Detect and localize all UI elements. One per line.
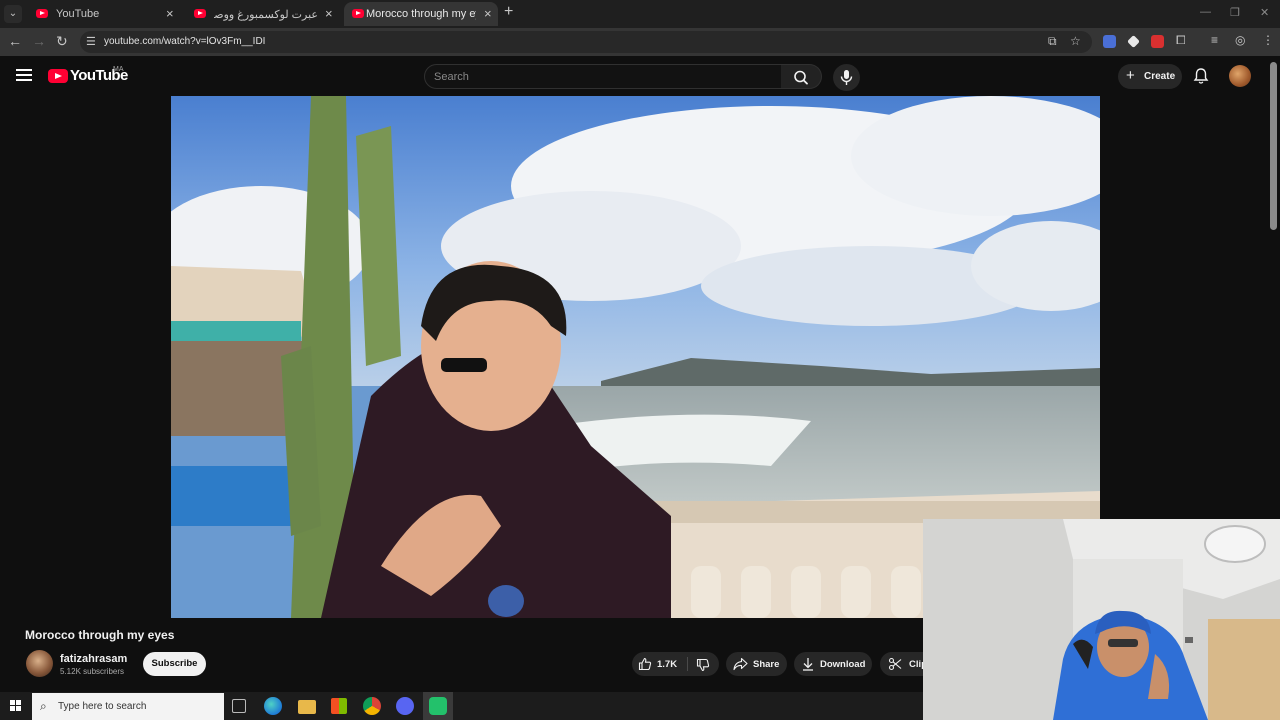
notifications-bell-icon[interactable] [1193, 67, 1209, 85]
video-title: Morocco through my eyes [25, 628, 175, 642]
youtube-favicon-icon [352, 9, 364, 18]
menu-dots-icon[interactable]: ⋮ [1262, 33, 1274, 47]
taskbar-search-box[interactable]: ⌕ Type here to search [32, 693, 224, 720]
channel-name[interactable]: fatizahrasam [60, 653, 127, 665]
like-dislike-divider [687, 657, 688, 671]
browser-tab-strip: ⌄ YouTube × عبرت لوكسمبورغ ووصلت ضواح...… [0, 0, 1280, 28]
search-icon: ⌕ [40, 699, 47, 713]
chrome-icon[interactable] [363, 697, 381, 715]
search-icon [794, 70, 808, 85]
youtube-logo-icon[interactable] [48, 69, 68, 83]
extensions-icon[interactable]: ⧠ [1176, 33, 1186, 48]
url-text[interactable]: youtube.com/watch?v=lOv3Fm__IDI [104, 36, 265, 47]
app-icon [429, 697, 447, 715]
extension-icon[interactable] [1151, 35, 1164, 48]
taskbar-active-app[interactable] [423, 692, 453, 720]
tab-search-icon[interactable]: ⌄ [4, 5, 22, 23]
account-avatar[interactable] [1229, 65, 1251, 87]
tab-current-video[interactable]: Morocco through my eyes - YouTube × [344, 2, 498, 26]
search-button[interactable] [781, 64, 822, 89]
create-button[interactable]: + Create [1118, 64, 1182, 89]
country-code: MA [113, 66, 124, 73]
task-view-icon[interactable] [232, 699, 246, 713]
page-scrollbar[interactable] [1270, 62, 1277, 230]
subscribe-button[interactable]: Subscribe [143, 652, 206, 676]
close-icon[interactable]: × [325, 6, 333, 21]
tab-title: عبرت لوكسمبورغ ووصلت ضواح... [214, 9, 318, 21]
like-icon [638, 657, 652, 671]
discord-icon[interactable] [396, 697, 414, 715]
tab-title: Morocco through my eyes - YouTube [366, 8, 476, 20]
like-dislike-group: 1.7K [632, 652, 719, 676]
webcam-frame [923, 519, 1280, 720]
window-close-icon[interactable]: ✕ [1260, 6, 1269, 19]
store-icon[interactable] [331, 698, 347, 714]
site-info-icon[interactable]: ☰ [86, 35, 96, 48]
youtube-favicon-icon [36, 9, 48, 18]
install-icon[interactable]: ⧉ [1048, 34, 1057, 49]
download-icon [803, 658, 813, 671]
close-icon[interactable]: × [484, 6, 492, 21]
extension-icon[interactable] [1127, 35, 1140, 48]
download-label: Download [820, 659, 866, 670]
tab-title: YouTube [56, 8, 100, 20]
minimize-icon[interactable]: — [1200, 6, 1211, 18]
windows-taskbar: ⌕ Type here to search [0, 692, 923, 720]
back-icon[interactable]: ← [8, 33, 22, 49]
hamburger-icon[interactable] [16, 68, 32, 82]
search-box [424, 64, 782, 89]
edge-icon[interactable] [264, 697, 282, 715]
taskbar-search-placeholder: Type here to search [58, 701, 147, 712]
plus-icon: + [1126, 67, 1135, 84]
restore-icon[interactable]: ❐ [1230, 6, 1240, 19]
close-icon[interactable]: × [166, 6, 174, 21]
file-explorer-icon[interactable] [298, 700, 316, 714]
media-control-icon[interactable]: ≡ [1211, 33, 1218, 47]
download-button[interactable]: Download [794, 652, 872, 676]
microphone-icon [840, 70, 853, 85]
like-button[interactable]: 1.7K [632, 652, 687, 676]
address-bar[interactable]: ☰ youtube.com/watch?v=lOv3Fm__IDI ⧉ ☆ [80, 31, 1092, 53]
reload-icon[interactable]: ↻ [56, 33, 68, 50]
new-tab-plus-icon[interactable]: + [504, 3, 513, 21]
windows-start-icon[interactable] [10, 700, 22, 712]
dislike-icon [696, 658, 710, 672]
bookmark-star-icon[interactable]: ☆ [1070, 34, 1081, 48]
share-button[interactable]: Share [726, 652, 787, 676]
webcam-overlay [923, 519, 1280, 720]
like-count: 1.7K [657, 659, 678, 670]
search-input[interactable] [434, 69, 764, 85]
clip-scissors-icon [888, 657, 902, 671]
tab-youtube[interactable]: YouTube × [28, 2, 178, 26]
translate-extension-icon[interactable] [1103, 35, 1116, 48]
browser-toolbar: ← → ↻ ☰ youtube.com/watch?v=lOv3Fm__IDI … [0, 28, 1280, 56]
channel-avatar[interactable] [26, 650, 53, 677]
voice-search-button[interactable] [833, 64, 860, 91]
forward-icon[interactable]: → [32, 33, 46, 49]
dislike-button[interactable] [690, 652, 719, 676]
youtube-favicon-icon [194, 9, 206, 18]
profile-icon[interactable]: ◎ [1235, 33, 1245, 47]
subscriber-count: 5.12K subscribers [60, 667, 125, 676]
youtube-masthead: YouTube MA + Create [0, 56, 1280, 96]
create-label: Create [1144, 71, 1176, 82]
tab-arabic-video[interactable]: عبرت لوكسمبورغ ووصلت ضواح... × [186, 2, 338, 26]
share-icon [733, 657, 748, 671]
share-label: Share [753, 659, 780, 670]
